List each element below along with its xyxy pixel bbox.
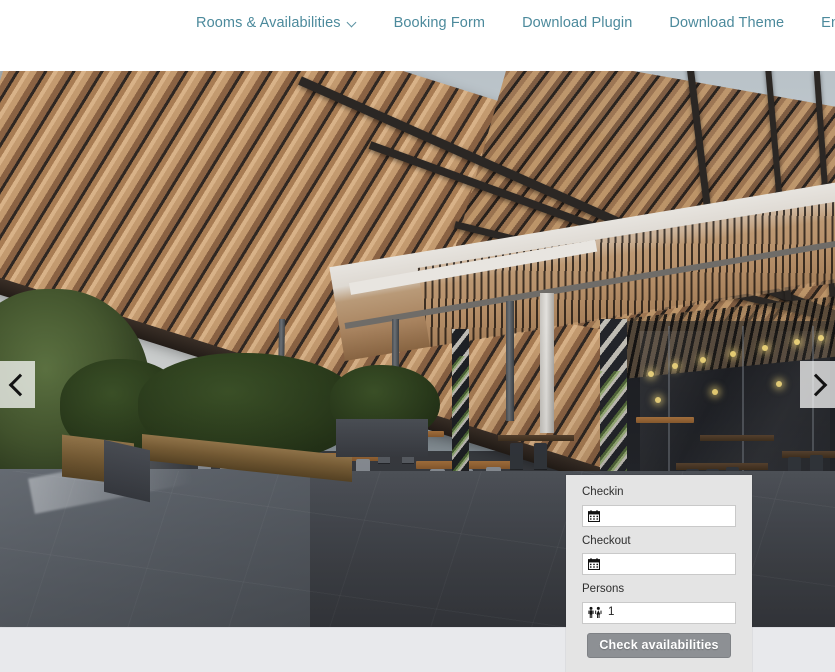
carousel-next-button[interactable] [800,361,835,408]
nav-item-label: Download Theme [669,14,785,31]
chevron-left-icon [8,373,31,396]
calendar-icon [588,509,600,522]
nav-item-label: English [821,14,835,31]
persons-label: Persons [582,583,625,595]
planter-box-side [104,439,150,503]
checkout-input[interactable] [582,553,736,575]
booking-search-widget: Checkin Checkout Persons 1 Check availab… [566,475,752,672]
persons-input[interactable]: 1 [582,601,736,624]
chevron-down-icon [348,18,357,27]
nav-item-label: Booking Form [393,14,486,31]
chair [510,443,523,469]
planter-box-side [336,419,428,457]
chair [534,443,547,469]
dining-table [498,435,574,441]
calendar-icon [588,558,600,570]
site-header: Rooms & Availabilities Booking Form Down… [0,0,835,71]
page-root: Rooms & Availabilities Booking Form Down… [0,0,835,672]
checkin-input[interactable] [582,504,736,527]
nav-item-rooms-availabilities[interactable]: Rooms & Availabilities [196,16,357,31]
nav-item-label: Rooms & Availabilities [196,14,341,31]
persons-value: 1 [608,605,615,618]
dining-table [636,417,694,423]
carousel-prev-button[interactable] [0,361,35,408]
pillar-foliage-reflection [452,356,469,471]
nav-item-download-plugin[interactable]: Download Plugin [522,16,632,31]
persons-icon [588,606,603,619]
nav-item-label: Download Plugin [522,14,633,31]
check-availabilities-button[interactable]: Check availabilities [587,632,731,659]
dining-table [700,435,774,441]
main-navigation: Rooms & Availabilities Booking Form Down… [0,0,835,46]
nav-item-language-english[interactable]: English [821,16,835,31]
checkout-label: Checkout [582,534,631,547]
nav-item-download-theme[interactable]: Download Theme [669,16,784,31]
nav-item-booking-form[interactable]: Booking Form [394,16,485,31]
checkin-label: Checkin [582,486,624,498]
chevron-right-icon [804,373,827,396]
